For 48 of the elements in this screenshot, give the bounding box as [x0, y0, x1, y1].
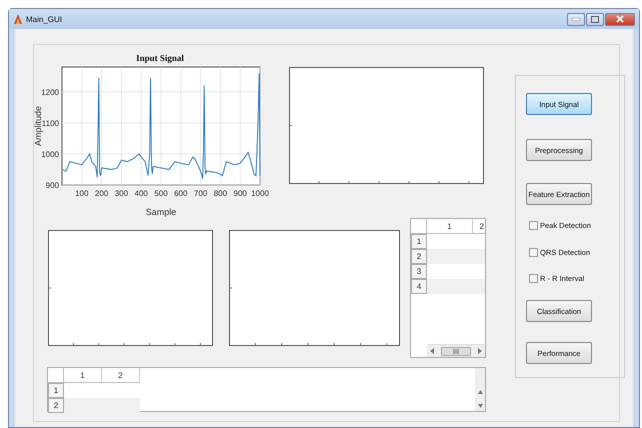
minimize-button[interactable]: [567, 12, 585, 26]
minimize-icon: [572, 18, 580, 20]
row-header: 3: [411, 264, 427, 279]
right-arrow-icon: [477, 348, 482, 354]
row-header: 4: [411, 279, 427, 294]
close-button[interactable]: [605, 12, 635, 26]
down-arrow-icon: [478, 404, 482, 408]
x-tick-label: 600: [174, 189, 188, 198]
x-tick-label: 900: [234, 189, 247, 198]
scroll-thumb[interactable]: [441, 346, 471, 356]
chart-title: Input Signal: [136, 53, 184, 63]
x-tick-label: 500: [154, 189, 168, 198]
up-arrow-icon: [478, 390, 482, 394]
y-tick-label: 900: [46, 181, 59, 190]
x-axis-label: Sample: [146, 207, 176, 217]
y-tick-label: 1200: [41, 88, 59, 97]
y-axis-label: Amplitude: [33, 106, 43, 146]
row-header: 1: [48, 383, 64, 398]
checkbox-box[interactable]: [529, 221, 538, 230]
close-icon: [616, 15, 624, 23]
x-tick-label: 400: [134, 189, 148, 198]
column-header: 1: [64, 368, 102, 383]
horizontal-scrollbar[interactable]: [427, 344, 485, 357]
y-tick-label: 1000: [41, 150, 59, 159]
x-tick-label: 200: [94, 189, 108, 198]
window-title: Main_GUI: [26, 14, 62, 24]
row-header: 2: [48, 398, 64, 413]
x-tick-label: 1000: [251, 189, 269, 198]
maximize-button[interactable]: [586, 12, 604, 26]
vertical-scrollbar[interactable]: [475, 368, 485, 411]
row-header: 2: [411, 249, 427, 264]
maximize-icon: [591, 16, 599, 22]
x-tick-label: 700: [194, 189, 208, 198]
checkbox-box[interactable]: [529, 248, 538, 257]
column-header: 2: [102, 368, 140, 383]
checkbox-box[interactable]: [529, 274, 538, 283]
data-table[interactable]: 1 2 1 2 3 4: [410, 218, 486, 358]
y-tick-label: 1100: [42, 118, 59, 128]
row-header: 1: [411, 234, 427, 249]
column-header: 2: [473, 219, 485, 234]
column-header: 1: [427, 219, 473, 234]
data-table[interactable]: 1 2 1 2: [47, 367, 486, 412]
x-tick-label: 800: [214, 189, 228, 198]
grip-icon: [453, 348, 459, 354]
app-icon: [13, 13, 23, 25]
left-arrow-icon: [430, 348, 435, 354]
x-tick-label: 300: [114, 189, 128, 198]
x-tick-label: 100: [75, 189, 88, 198]
